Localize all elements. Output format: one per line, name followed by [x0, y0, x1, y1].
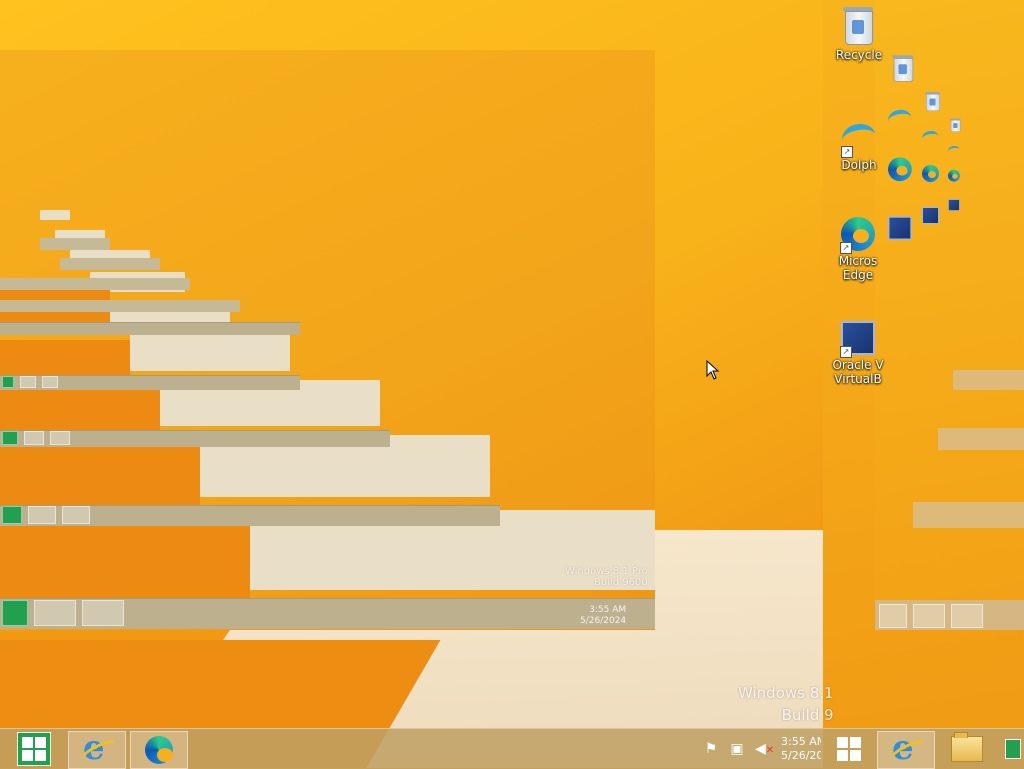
shortcut-arrow-icon: ↗: [841, 146, 853, 158]
mirror-internet-explorer[interactable]: [877, 728, 935, 769]
dolphin-label: Dolph: [841, 158, 877, 172]
desktop[interactable]: 3:55 AM 5/26/2024 Windows 8.1 Pro Build …: [0, 0, 1024, 768]
taskbar-mirror: [823, 728, 1024, 769]
volume-muted-icon[interactable]: ◀✕: [755, 741, 774, 757]
dolphin-shortcut[interactable]: ↗ Dolph: [823, 118, 895, 172]
mouse-cursor-icon: [706, 360, 720, 380]
edge-shortcut[interactable]: ↗ Micros Edge: [823, 214, 893, 282]
internet-explorer-icon: [83, 728, 111, 768]
ghost-icons-2: [920, 92, 941, 224]
taskbar-internet-explorer[interactable]: [68, 728, 126, 769]
network-icon[interactable]: ▣: [729, 741, 745, 757]
virtualbox-shortcut[interactable]: ↗ Oracle V VirtualB: [823, 318, 893, 386]
ghost-watermark: Windows 8.1 Pro Build 9600: [565, 566, 648, 588]
ghost-icons-1: [886, 55, 914, 240]
recursive-window-trail: 3:55 AM 5/26/2024 Windows 8.1 Pro Build …: [0, 50, 655, 630]
system-tray: ⚑ ▣ ◀✕ 3:55 AM 5/26/20: [703, 729, 823, 769]
ghost-clock: 3:55 AM 5/26/2024: [580, 605, 627, 626]
windows-logo-icon: [837, 737, 861, 761]
windows-logo-icon: [22, 737, 46, 761]
windows-watermark: Windows 8.1 Build 9: [738, 684, 834, 724]
internet-explorer-icon: [892, 728, 920, 768]
mirror-file-explorer[interactable]: [945, 731, 989, 767]
flag-icon[interactable]: ⚑: [703, 741, 719, 757]
clock[interactable]: 3:55 AM 5/26/20: [781, 735, 821, 763]
recycle-bin-label: Recycle: [835, 48, 883, 62]
recycle-bin-graphic-icon: [843, 7, 873, 45]
start-button[interactable]: [14, 731, 54, 767]
folder-icon: [951, 732, 983, 762]
virtualbox-label: Oracle V VirtualB: [832, 358, 884, 386]
recycle-bin-icon[interactable]: Recycle: [823, 7, 895, 62]
taskbar-edge[interactable]: [130, 731, 188, 769]
taskbar: ⚑ ▣ ◀✕ 3:55 AM 5/26/20: [0, 728, 823, 769]
edge-label: Micros Edge: [838, 254, 878, 282]
mirror-start-button[interactable]: [831, 731, 867, 767]
shortcut-arrow-icon: ↗: [840, 242, 852, 254]
mirror-extra-button[interactable]: [1001, 731, 1024, 767]
edge-icon: [145, 736, 173, 764]
ghost-icons-3: [947, 118, 961, 211]
shortcut-arrow-icon: ↗: [840, 346, 852, 358]
